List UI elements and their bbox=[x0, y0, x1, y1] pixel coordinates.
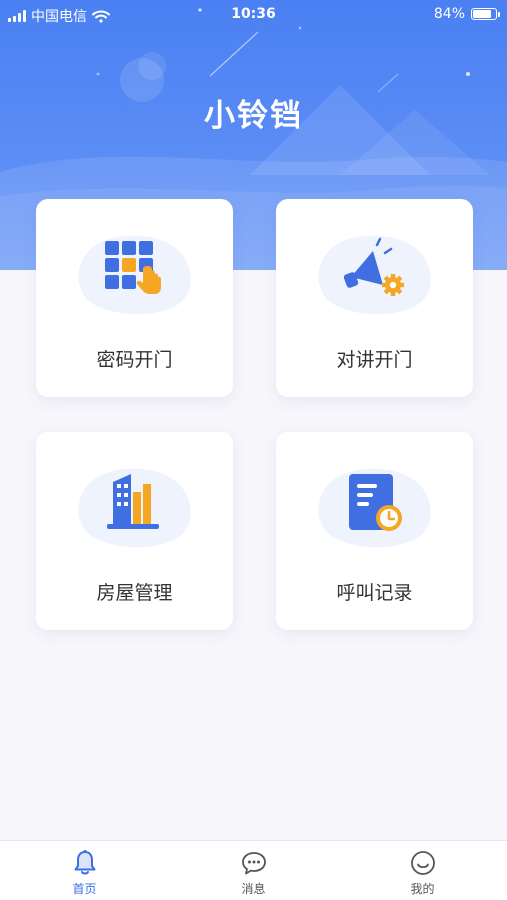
tab-home[interactable]: 首页 bbox=[0, 841, 169, 900]
status-right: 84% bbox=[433, 6, 500, 22]
tab-mine[interactable]: 我的 bbox=[338, 841, 507, 900]
card-label: 密码开门 bbox=[96, 349, 173, 371]
megaphone-gear-icon bbox=[318, 235, 431, 315]
house-management-card[interactable]: 房屋管理 bbox=[36, 432, 233, 630]
status-bar: 中国电信 10:36 84% bbox=[0, 0, 507, 28]
password-unlock-card[interactable]: 密码开门 bbox=[36, 199, 233, 397]
battery-icon bbox=[471, 8, 500, 20]
call-records-card[interactable]: 呼叫记录 bbox=[276, 432, 473, 630]
building-icon bbox=[78, 468, 191, 548]
app-title: 小铃铛 bbox=[204, 98, 303, 134]
battery-percent: 84% bbox=[433, 6, 465, 22]
tab-label: 消息 bbox=[241, 882, 266, 896]
status-time: 10:36 bbox=[231, 6, 276, 22]
tab-label: 我的 bbox=[410, 882, 435, 896]
chat-bubble-icon bbox=[241, 852, 266, 875]
card-label: 呼叫记录 bbox=[336, 582, 413, 604]
intercom-unlock-card[interactable]: 对讲开门 bbox=[276, 199, 473, 397]
bell-icon bbox=[74, 850, 95, 875]
card-label: 对讲开门 bbox=[336, 349, 413, 371]
tab-messages[interactable]: 消息 bbox=[169, 841, 338, 900]
tab-label: 首页 bbox=[72, 882, 97, 896]
smiley-face-icon bbox=[410, 851, 435, 875]
call-log-document-icon bbox=[318, 468, 431, 548]
keypad-icon bbox=[78, 235, 191, 315]
card-label: 房屋管理 bbox=[96, 582, 173, 604]
bottom-tab-bar: 首页 消息 我的 bbox=[0, 840, 507, 900]
